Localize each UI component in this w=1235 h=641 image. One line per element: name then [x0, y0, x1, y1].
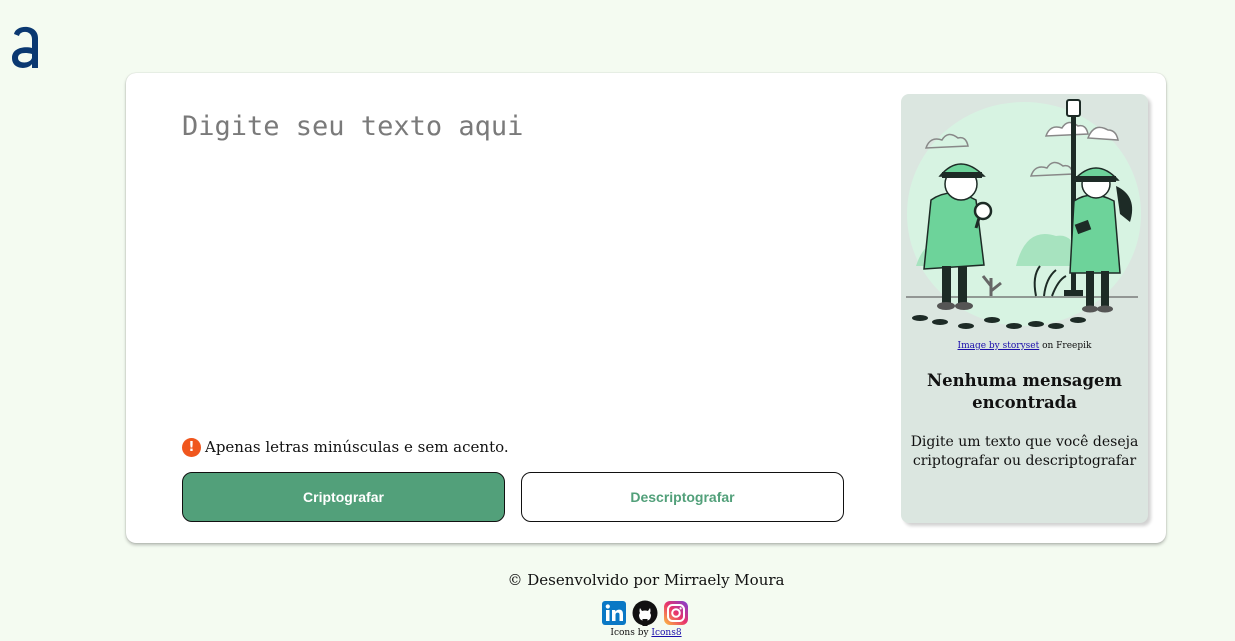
alura-logo-icon: [12, 26, 38, 68]
empty-title: Nenhuma mensagem encontrada: [927, 371, 1122, 412]
hint-text: Apenas letras minúsculas e sem acento.: [205, 438, 509, 456]
linkedin-icon[interactable]: [601, 600, 627, 626]
input-hint: ! Apenas letras minúsculas e sem acento.: [182, 437, 509, 457]
main-card: ! Apenas letras minúsculas e sem acento.…: [126, 73, 1166, 543]
empty-message: Digite um texto que você deseja criptogr…: [910, 434, 1139, 469]
warning-icon: !: [182, 437, 201, 457]
output-panel: Image by storyset on Freepik Nenhuma men…: [901, 94, 1148, 523]
instagram-icon[interactable]: [663, 600, 689, 626]
github-icon[interactable]: [632, 600, 658, 626]
footer-credit: © Desenvolvido por Mirraely Moura: [507, 571, 785, 589]
social-links: [601, 600, 689, 626]
decrypt-button[interactable]: Descriptografar: [521, 472, 844, 522]
storyset-link[interactable]: Image by storyset: [958, 341, 1040, 351]
image-credit: Image by storyset on Freepik: [957, 341, 1092, 351]
icons8-link[interactable]: Icons8: [651, 628, 681, 638]
icons-credit: Icons by Icons8: [610, 628, 682, 638]
text-input[interactable]: [182, 111, 822, 411]
detectives-illustration: [906, 99, 1141, 329]
encrypt-button[interactable]: Criptografar: [182, 472, 505, 522]
